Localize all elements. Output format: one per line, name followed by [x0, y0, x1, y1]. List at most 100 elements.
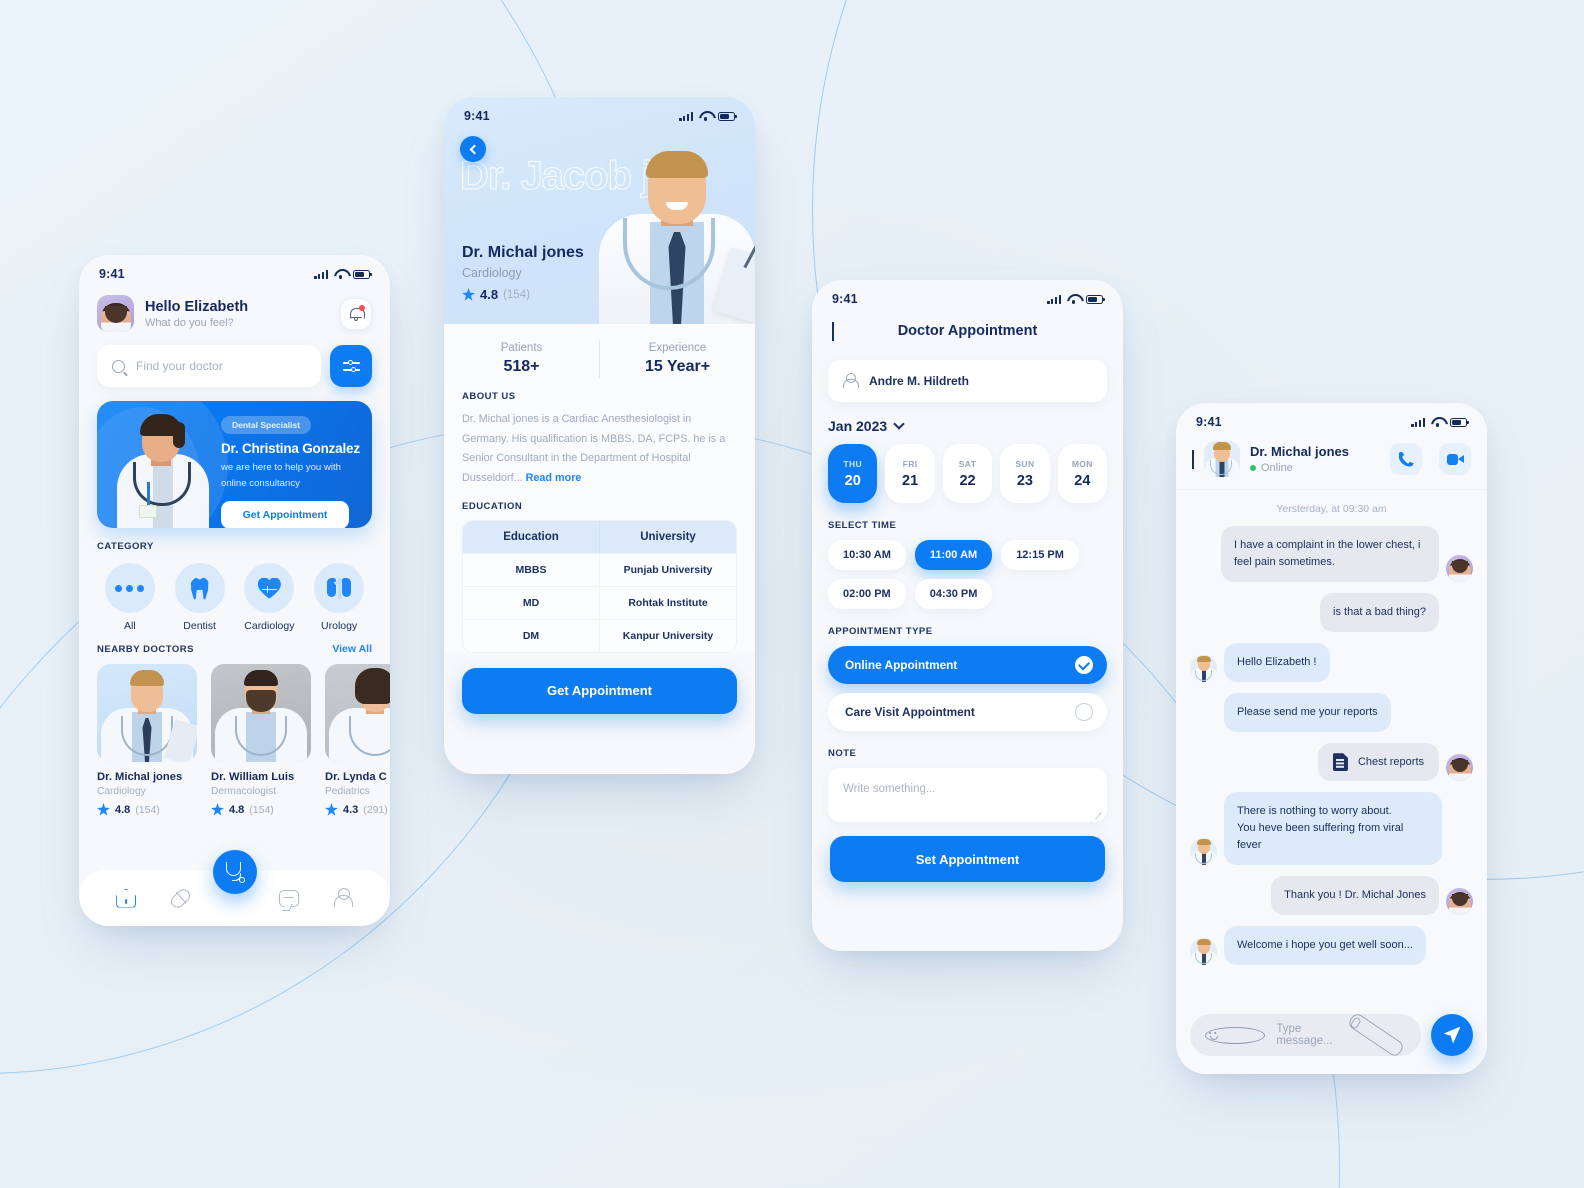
- category-label-urology: Urology: [321, 620, 358, 632]
- rating-count: (154): [503, 288, 530, 301]
- video-call-icon: [1446, 453, 1464, 465]
- doctor-card[interactable]: Dr. Michal jones Cardiology 4.8 (154): [97, 664, 197, 816]
- tab-pharmacy[interactable]: [167, 885, 193, 911]
- rating-value: 4.8: [480, 287, 499, 302]
- doctor-photo: [97, 664, 197, 762]
- status-icons: [1047, 294, 1106, 304]
- doctor-detail-screen: 9:41 Dr. Jacob jon Dr. Michal jones Card…: [444, 97, 755, 774]
- time-slot[interactable]: 04:30 PM: [914, 579, 993, 609]
- greeting-name: Hello Elizabeth: [145, 298, 249, 315]
- stat-value: 518+: [503, 358, 540, 375]
- date-option[interactable]: SAT 22: [942, 444, 993, 503]
- about-text: Dr. Michal jones is a Cardiac Anesthesio…: [462, 410, 737, 489]
- table-header-row: Education University: [463, 520, 736, 553]
- stat-experience: Experience 15 Year+: [600, 342, 755, 376]
- filter-button[interactable]: [330, 345, 372, 387]
- doctor-card[interactable]: Dr. Lynda C Pediatrics 4.3 (291): [325, 664, 390, 816]
- doctor-hero-photo: [593, 128, 755, 324]
- back-button[interactable]: [460, 136, 486, 162]
- month-selector[interactable]: Jan 2023: [812, 418, 1123, 434]
- search-input[interactable]: [136, 359, 306, 373]
- cell-university: Rohtak Institute: [600, 585, 736, 619]
- get-appointment-button[interactable]: Get Appointment: [462, 667, 737, 714]
- category-label-cardiology: Cardiology: [244, 620, 295, 632]
- tab-home[interactable]: [113, 885, 139, 911]
- about-paragraph: Dr. Michal jones is a Cardiac Anesthesio…: [462, 413, 726, 484]
- avatar[interactable]: [97, 295, 134, 332]
- chat-message: Thank you ! Dr. Michal Jones: [1190, 876, 1473, 916]
- doctor-name: Dr. Michal jones: [97, 771, 183, 783]
- stat-value: 15 Year+: [644, 358, 711, 375]
- rating-count: (154): [135, 803, 160, 816]
- video-call-button[interactable]: [1439, 443, 1471, 475]
- time-slot[interactable]: 12:15 PM: [1001, 540, 1079, 570]
- voice-call-button[interactable]: [1390, 443, 1422, 475]
- paperclip-icon[interactable]: [1346, 1011, 1406, 1059]
- message-bubble: Hello Elizabeth !: [1224, 643, 1330, 683]
- category-item-cardiology[interactable]: Cardiology: [237, 563, 303, 632]
- about-label: ABOUT US: [462, 391, 516, 402]
- time-slot[interactable]: 11:00 AM: [914, 540, 993, 570]
- category-item-urology[interactable]: Urology: [306, 563, 372, 632]
- chevron-left-icon: [1192, 450, 1194, 469]
- view-all-link[interactable]: View All: [332, 643, 372, 655]
- doctor-specialty: Cardiology: [462, 266, 522, 280]
- cell-university: Punjab University: [600, 552, 736, 586]
- send-button[interactable]: [1431, 1014, 1473, 1056]
- status-icons: [314, 269, 373, 279]
- date-option[interactable]: THU 20: [828, 444, 878, 503]
- home-icon: [116, 888, 137, 908]
- doctor-card[interactable]: Dr. William Luis Dermacologist 4.8 (154): [211, 664, 311, 816]
- category-item-all[interactable]: All: [97, 563, 163, 632]
- home-screen: 9:41 Hello Elizabeth What do you feel? F…: [79, 255, 390, 926]
- chat-message-file: Chest reports: [1190, 743, 1473, 782]
- message-bubble-file[interactable]: Chest reports: [1317, 743, 1439, 782]
- doctor-avatar[interactable]: [1204, 441, 1240, 477]
- day-number: 23: [1016, 472, 1033, 489]
- appointment-type-online[interactable]: Online Appointment: [828, 646, 1107, 684]
- day-of-week: SAT: [958, 458, 977, 469]
- time-slot[interactable]: 10:30 AM: [828, 540, 906, 570]
- date-option[interactable]: FRI 21: [885, 444, 935, 503]
- message-input[interactable]: Type message...: [1190, 1011, 1421, 1059]
- smile-icon[interactable]: [1205, 1026, 1266, 1044]
- online-dot: [1250, 465, 1256, 471]
- tab-chat[interactable]: [276, 885, 302, 911]
- promo-tag: Dental Specialist: [221, 416, 312, 434]
- patient-name-field[interactable]: Andre M. Hildreth: [828, 360, 1107, 402]
- resize-handle-icon[interactable]: [1094, 810, 1102, 818]
- tab-profile[interactable]: [330, 885, 356, 911]
- category-label-dentist: Dentist: [183, 620, 216, 632]
- cell-education: MBBS: [463, 552, 600, 586]
- promo-get-appointment-button[interactable]: Get Appointment: [221, 500, 349, 528]
- chat-bubble-icon: [278, 889, 299, 907]
- message-bubble: Please send me your reports: [1224, 693, 1391, 733]
- nearby-doctors-header: NEARBY DOCTORS View All: [79, 643, 390, 655]
- back-button[interactable]: [832, 322, 834, 341]
- search-box[interactable]: [97, 345, 321, 387]
- set-appointment-button[interactable]: Set Appointment: [830, 836, 1105, 882]
- promo-banner[interactable]: Dental Specialist Dr. Christina Gonzalez…: [97, 401, 372, 528]
- notification-button[interactable]: [340, 297, 372, 330]
- stethoscope-fab-button[interactable]: [212, 850, 257, 894]
- search-row: [79, 332, 390, 387]
- message-placeholder: Type message...: [1276, 1023, 1333, 1047]
- read-more-link[interactable]: Read more: [526, 472, 582, 484]
- note-input[interactable]: Write something...: [828, 768, 1107, 822]
- stethoscope-icon: [225, 861, 245, 883]
- date-option[interactable]: MON 24: [1057, 444, 1108, 503]
- chat-message: Hello Elizabeth !: [1190, 643, 1473, 683]
- back-button[interactable]: [1192, 450, 1194, 469]
- date-option[interactable]: SUN 23: [1000, 444, 1050, 503]
- nearby-doctors-label: NEARBY DOCTORS: [97, 643, 194, 655]
- category-item-dentist[interactable]: Dentist: [167, 563, 233, 632]
- appointment-type-care-visit[interactable]: Care Visit Appointment: [828, 693, 1107, 731]
- time-slot[interactable]: 02:00 PM: [828, 579, 906, 609]
- status-time: 9:41: [464, 109, 490, 123]
- column-header-education: Education: [463, 520, 600, 553]
- category-list: All Dentist Cardiology Urology: [79, 563, 390, 632]
- presence-indicator: Online: [1250, 462, 1349, 474]
- doctor-name: Dr. Lynda C: [325, 771, 387, 783]
- column-header-university: University: [640, 530, 696, 543]
- file-name: Chest reports: [1357, 755, 1424, 768]
